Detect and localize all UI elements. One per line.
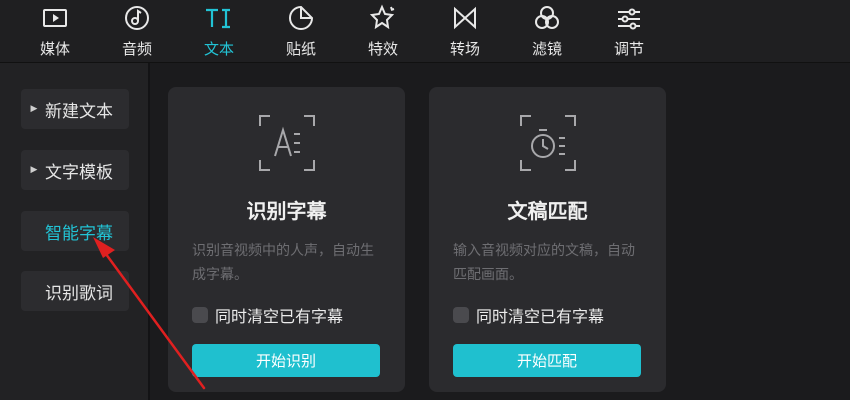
sidebar-item-label: 智能字幕 xyxy=(45,223,113,244)
checkbox-label: 同时清空已有字幕 xyxy=(476,307,605,326)
tab-label: 调节 xyxy=(613,40,644,58)
tab-sticker[interactable]: 贴纸 xyxy=(269,0,333,62)
checkbox-box[interactable] xyxy=(192,307,208,323)
card-description: 输入音视频对应的文稿，自动匹配画面。 xyxy=(453,243,635,283)
tab-audio[interactable]: 音频 xyxy=(105,0,169,62)
card-script-match: 文稿匹配 输入音视频对应的文稿，自动匹配画面。 同时清空已有字幕 开始匹配 xyxy=(429,87,666,392)
sidebar-item-label: 识别歌词 xyxy=(45,283,113,304)
effects-icon xyxy=(369,4,397,32)
tab-transition[interactable]: 转场 xyxy=(433,0,497,62)
card-description: 识别音视频中的人声，自动生成字幕。 xyxy=(192,243,374,283)
tab-label: 文本 xyxy=(203,40,234,58)
top-toolbar: 媒体 音频 文本 贴纸 特效 转场 滤镜 调节 xyxy=(0,0,850,63)
sidebar-item-label: 新建文本 xyxy=(45,101,113,122)
adjust-icon xyxy=(615,4,643,32)
tab-adjust[interactable]: 调节 xyxy=(597,0,661,62)
sidebar-item-recognize-lyrics[interactable]: 识别歌词 xyxy=(21,271,129,311)
clear-subtitles-checkbox[interactable]: 同时清空已有字幕 xyxy=(192,303,343,327)
tab-label: 贴纸 xyxy=(285,40,316,58)
transition-icon xyxy=(451,4,479,32)
tab-filter[interactable]: 滤镜 xyxy=(515,0,579,62)
tab-text[interactable]: 文本 xyxy=(187,0,251,62)
recognize-subtitle-icon xyxy=(256,112,318,174)
tab-label: 特效 xyxy=(367,40,398,58)
caret-right-icon: ▶ xyxy=(30,104,38,114)
clear-subtitles-checkbox[interactable]: 同时清空已有字幕 xyxy=(453,303,604,327)
card-recognize-subtitle: 识别字幕 识别音视频中的人声，自动生成字幕。 同时清空已有字幕 开始识别 xyxy=(168,87,405,392)
sidebar-item-smart-subtitle[interactable]: 智能字幕 xyxy=(21,211,129,251)
audio-icon xyxy=(123,4,151,32)
sidebar: ▶ 新建文本 ▶ 文字模板 智能字幕 识别歌词 xyxy=(0,63,150,400)
tab-label: 滤镜 xyxy=(531,40,562,58)
checkbox-label: 同时清空已有字幕 xyxy=(215,307,344,326)
tab-label: 媒体 xyxy=(39,40,70,58)
checkbox-box[interactable] xyxy=(453,307,469,323)
sidebar-item-text-template[interactable]: ▶ 文字模板 xyxy=(21,150,129,190)
start-match-button[interactable]: 开始匹配 xyxy=(453,344,641,377)
script-match-icon xyxy=(517,112,579,174)
media-icon xyxy=(41,4,69,32)
text-icon xyxy=(205,4,233,32)
sticker-icon xyxy=(287,4,315,32)
tab-media[interactable]: 媒体 xyxy=(23,0,87,62)
card-title: 识别字幕 xyxy=(246,199,327,223)
sidebar-item-new-text[interactable]: ▶ 新建文本 xyxy=(21,89,129,129)
sidebar-item-label: 文字模板 xyxy=(45,162,113,183)
tab-label: 音频 xyxy=(121,40,152,58)
tab-effects[interactable]: 特效 xyxy=(351,0,415,62)
caret-right-icon: ▶ xyxy=(30,165,38,175)
tab-label: 转场 xyxy=(449,40,480,58)
card-title: 文稿匹配 xyxy=(507,199,588,223)
start-recognize-button[interactable]: 开始识别 xyxy=(192,344,380,377)
filter-icon xyxy=(533,4,561,32)
